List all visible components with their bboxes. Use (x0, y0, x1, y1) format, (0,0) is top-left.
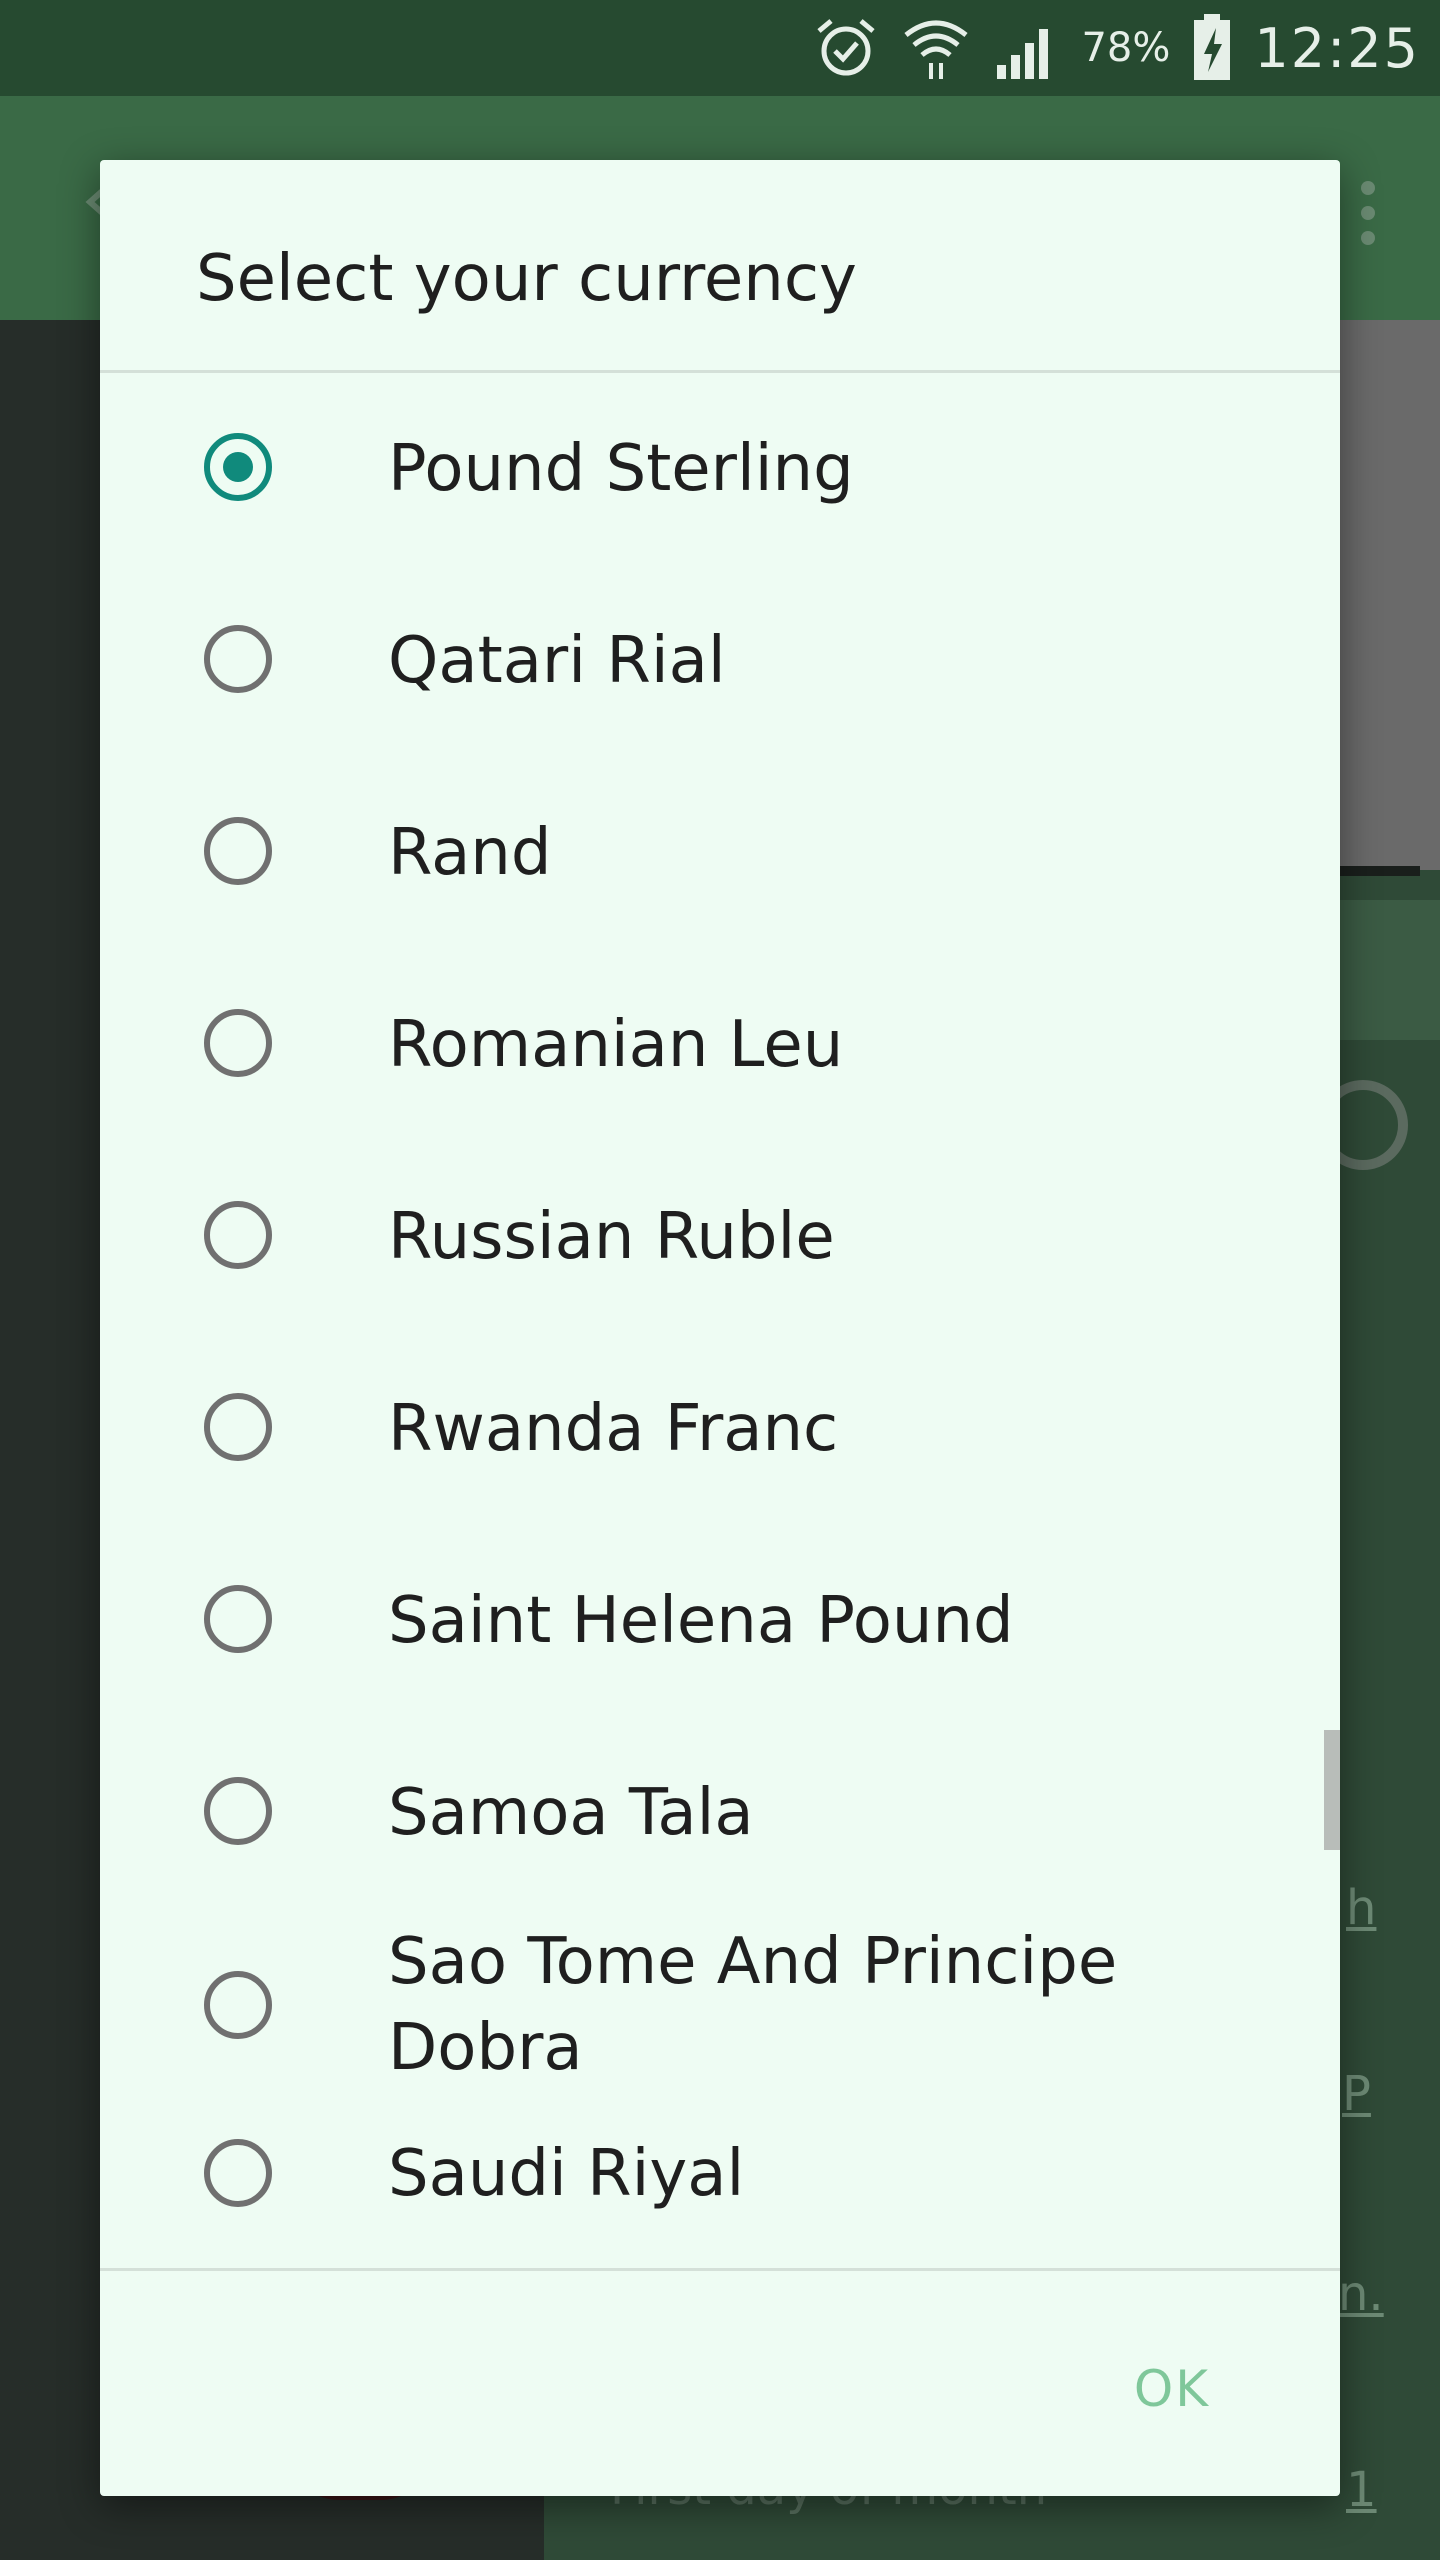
currency-label: Rand (388, 816, 552, 890)
list-item[interactable]: Pound Sterling (100, 373, 1340, 565)
radio-button[interactable] (204, 433, 272, 501)
list-item[interactable]: Rwanda Franc (100, 1333, 1340, 1525)
dialog-title: Select your currency (196, 242, 857, 316)
battery-charging-icon (1192, 14, 1232, 82)
battery-percent: 78% (1081, 25, 1171, 71)
list-item[interactable]: Sao Tome And Principe Dobra (100, 1909, 1340, 2101)
currency-label: Romanian Leu (388, 1008, 844, 1082)
currency-list[interactable]: Pound Sterling Qatari Rial Rand Romanian… (100, 373, 1340, 2215)
list-item[interactable]: Rand (100, 757, 1340, 949)
currency-label: Qatari Rial (388, 624, 726, 698)
currency-label: Pound Sterling (388, 432, 854, 506)
list-item[interactable]: Romanian Leu (100, 949, 1340, 1141)
list-item[interactable]: Qatari Rial (100, 565, 1340, 757)
clock: 12:25 (1254, 16, 1420, 80)
list-scrollbar[interactable] (1324, 1730, 1340, 1850)
radio-button[interactable] (204, 625, 272, 693)
list-item[interactable]: Saudi Riyal (100, 2101, 1340, 2215)
background-link: P (1342, 2066, 1371, 2122)
currency-label: Saudi Riyal (388, 2137, 745, 2211)
background-link: 1 (1346, 2462, 1377, 2518)
currency-label: Rwanda Franc (388, 1392, 839, 1466)
list-item[interactable]: Russian Ruble (100, 1141, 1340, 1333)
ok-button[interactable]: OK (1134, 2360, 1210, 2418)
background-link: n. (1338, 2266, 1384, 2322)
currency-label: Saint Helena Pound (388, 1584, 1014, 1658)
wifi-icon (901, 13, 971, 83)
radio-button[interactable] (204, 1971, 272, 2039)
divider (100, 2268, 1340, 2271)
radio-button[interactable] (204, 2139, 272, 2207)
currency-label: Russian Ruble (388, 1200, 835, 1274)
list-item[interactable]: Samoa Tala (100, 1717, 1340, 1909)
radio-button[interactable] (204, 817, 272, 885)
overflow-menu-icon[interactable] (1358, 178, 1378, 248)
alarm-icon (813, 15, 879, 81)
currency-label: Sao Tome And Principe Dobra (388, 1925, 1118, 2085)
background-card-shadow (1340, 866, 1420, 876)
status-bar: 78% 12:25 (0, 0, 1440, 96)
signal-icon (993, 15, 1059, 81)
radio-button[interactable] (204, 1009, 272, 1077)
radio-button[interactable] (204, 1201, 272, 1269)
radio-button[interactable] (204, 1777, 272, 1845)
currency-label: Samoa Tala (388, 1776, 754, 1850)
currency-dialog: Select your currency Pound Sterling Qata… (100, 160, 1340, 2496)
radio-button[interactable] (204, 1585, 272, 1653)
radio-button[interactable] (204, 1393, 272, 1461)
background-card (1340, 320, 1440, 870)
list-item[interactable]: Saint Helena Pound (100, 1525, 1340, 1717)
background-link: h (1346, 1880, 1377, 1936)
background-band (1340, 900, 1440, 1040)
